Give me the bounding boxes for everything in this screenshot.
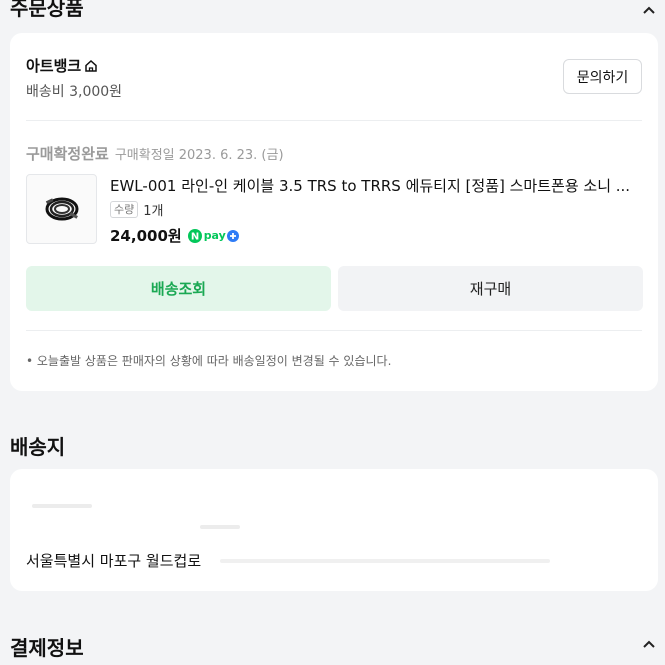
redacted-text bbox=[32, 504, 92, 508]
store-name-label: 아트뱅크 bbox=[26, 57, 82, 75]
product-price: 24,000원 bbox=[110, 227, 182, 245]
status-line: 구매확정완료 구매확정일 2023. 6. 23. (금) bbox=[26, 143, 284, 164]
price-row: 24,000원 N pay bbox=[110, 225, 239, 246]
track-delivery-button[interactable]: 배송조회 bbox=[26, 266, 331, 311]
shipping-address: 서울특별시 마포구 월드컵로 bbox=[26, 552, 202, 570]
payment-section-title: 결제정보 bbox=[10, 636, 84, 660]
product-thumbnail[interactable] bbox=[26, 174, 97, 244]
order-card: 아트뱅크 배송비 3,000원 문의하기 구매확정완료 구매확정일 2023. … bbox=[10, 33, 658, 391]
chevron-up-icon[interactable] bbox=[643, 4, 655, 16]
chevron-up-icon[interactable] bbox=[643, 638, 655, 650]
cable-image bbox=[45, 197, 78, 221]
redacted-text bbox=[220, 559, 550, 563]
redacted-text bbox=[200, 525, 240, 529]
divider bbox=[26, 330, 642, 331]
store-name[interactable]: 아트뱅크 bbox=[26, 55, 98, 76]
store-home-icon bbox=[85, 59, 97, 72]
rebuy-button[interactable]: 재구매 bbox=[338, 266, 643, 311]
delivery-notice: • 오늘출발 상품은 판매자의 상황에 따라 배송일정이 변경될 수 있습니다. bbox=[26, 354, 392, 368]
npay-label: pay bbox=[203, 229, 226, 242]
shipping-card: 서울특별시 마포구 월드컵로 bbox=[10, 469, 658, 591]
order-status: 구매확정완료 bbox=[26, 145, 109, 163]
shipping-section-title: 배송지 bbox=[10, 435, 66, 459]
quantity-tag: 수량 bbox=[110, 201, 139, 218]
svg-text:N: N bbox=[191, 231, 199, 242]
product-name[interactable]: EWL-001 라인-인 케이블 3.5 TRS to TRRS 에듀티지 [정… bbox=[110, 175, 640, 196]
order-section-title: 주문상품 bbox=[10, 0, 84, 20]
divider bbox=[26, 120, 642, 121]
quantity-row: 수량 1개 bbox=[110, 200, 163, 219]
npay-logo-icon: N pay bbox=[187, 228, 239, 243]
quantity-value: 1개 bbox=[143, 204, 164, 219]
shipping-fee: 배송비 3,000원 bbox=[26, 84, 123, 100]
inquiry-button[interactable]: 문의하기 bbox=[563, 59, 642, 94]
confirm-date: 구매확정일 2023. 6. 23. (금) bbox=[114, 148, 284, 163]
